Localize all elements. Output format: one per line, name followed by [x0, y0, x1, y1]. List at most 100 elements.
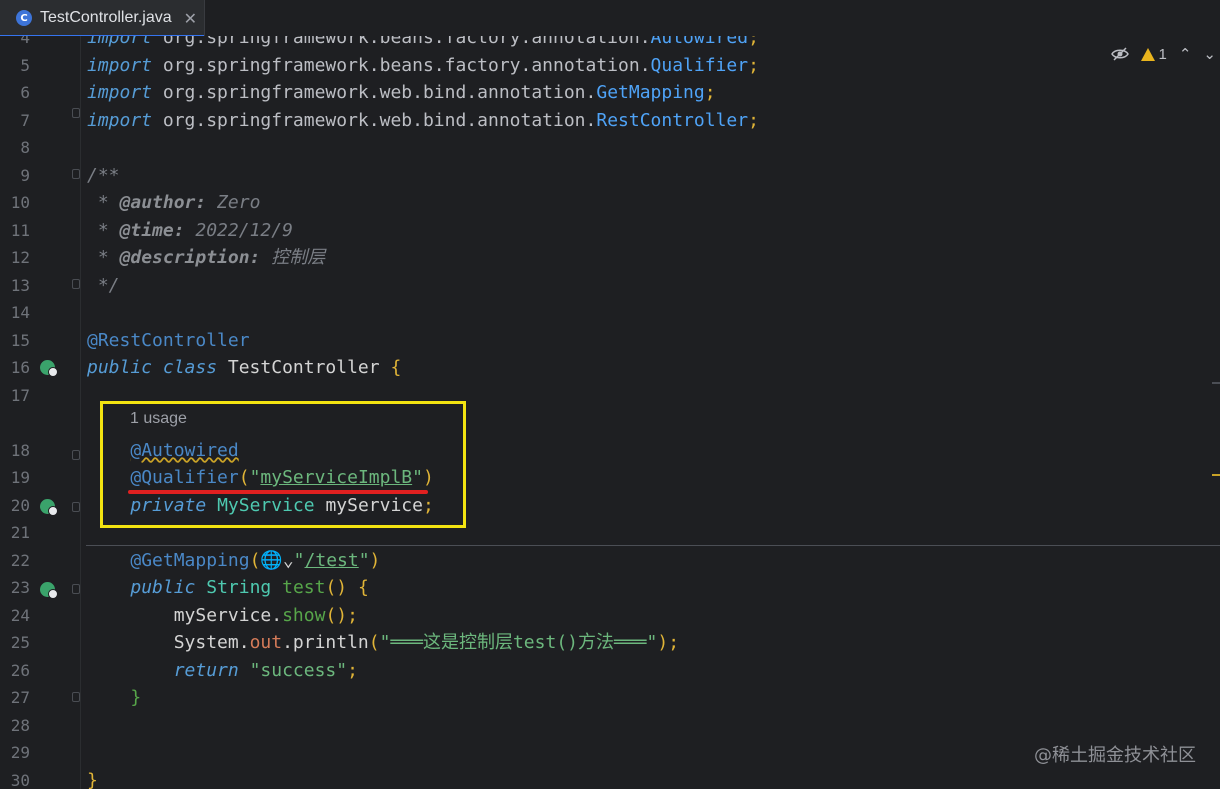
code-line[interactable]: 15 @RestController	[0, 327, 1220, 355]
code-line[interactable]: 27 }	[0, 684, 1220, 712]
warning-icon	[1140, 47, 1155, 61]
code-token: /test	[304, 549, 359, 571]
code-token: }	[87, 769, 98, 789]
line-number: 7	[20, 110, 30, 130]
code-token: "	[249, 467, 261, 488]
code-line[interactable]: 7 import org.springframework.web.bind.ann…	[0, 107, 1220, 135]
code-token: ()	[325, 604, 348, 626]
line-number: 17	[10, 385, 30, 405]
code-line[interactable]: 6 import org.springframework.web.bind.ann…	[0, 79, 1220, 107]
code-token: TestController	[217, 357, 391, 378]
code-token: )	[657, 632, 669, 653]
code-token: @author:	[119, 192, 207, 213]
code-line[interactable]: 14	[0, 299, 1220, 327]
code-line[interactable]: 28	[0, 712, 1220, 740]
code-line[interactable]: 21	[0, 519, 1220, 547]
code-line[interactable]: 23 public String test() {	[0, 574, 1220, 602]
code-editor[interactable]: 1 usage 4 import org.springframework.bean…	[0, 36, 1220, 789]
code-text: }	[87, 767, 98, 789]
code-line[interactable]: 25 System.out.println("═══这是控制层test()方法═…	[0, 629, 1220, 657]
code-token: public	[130, 577, 196, 598]
code-token: ;	[347, 659, 358, 681]
line-number: 5	[20, 55, 30, 75]
code-line[interactable]: 12 * @description: 控制层	[0, 244, 1220, 272]
code-line[interactable]: 10 * @author: Zero	[0, 189, 1220, 217]
code-token: ;	[748, 54, 759, 76]
code-text: /**	[87, 162, 120, 190]
code-text: myService.show();	[87, 602, 358, 630]
code-text: public class TestController {	[87, 354, 401, 382]
code-token: org.springframework.web.bind.annotation.	[152, 82, 597, 103]
eye-slash-icon[interactable]	[1110, 47, 1129, 61]
warning-counter[interactable]: 1	[1140, 46, 1167, 63]
code-token: (	[368, 632, 380, 653]
line-number: 19	[10, 468, 30, 487]
line-number: 30	[10, 770, 30, 789]
code-token: org.springframework.web.bind.annotation.	[152, 109, 597, 131]
code-token: () {	[325, 577, 369, 598]
code-token: ;	[704, 82, 716, 103]
code-token: @GetMapping	[130, 549, 250, 571]
tab-testcontroller[interactable]: C TestController.java ✕	[0, 0, 205, 37]
code-text: System.out.println("═══这是控制层test()方法═══"…	[87, 629, 679, 657]
usage-hint[interactable]: 1 usage	[130, 410, 187, 428]
line-number: 21	[10, 523, 30, 542]
code-token: org.springframework.beans.factory.annota…	[152, 54, 651, 76]
code-token: @Qualifier	[130, 467, 239, 488]
code-token: {	[390, 357, 402, 378]
code-line[interactable]: 8	[0, 134, 1220, 162]
code-token: @Autowired	[130, 439, 239, 461]
code-line[interactable]: 17	[0, 382, 1220, 410]
chevron-up-icon[interactable]: ⌃	[1179, 45, 1192, 63]
code-token: test	[282, 577, 326, 598]
line-number: 18	[10, 440, 30, 460]
code-line[interactable]: 4 import org.springframework.beans.factor…	[0, 36, 1220, 52]
code-text: public String test() {	[87, 574, 369, 602]
line-number: 26	[10, 660, 30, 680]
code-token: public class	[87, 357, 218, 378]
code-token: Autowired	[650, 36, 749, 48]
code-line[interactable]: 20 private MyService myService;	[0, 492, 1220, 520]
line-number: 28	[10, 715, 30, 735]
code-token: Qualifier	[650, 54, 749, 76]
code-line[interactable]: 9 /**	[0, 162, 1220, 190]
code-token: 控制层	[260, 247, 326, 268]
code-token: "	[358, 549, 370, 571]
code-text: @Qualifier("myServiceImplB")	[87, 464, 433, 492]
chevron-down-icon[interactable]: ⌄	[1203, 45, 1216, 63]
java-class-icon: C	[16, 10, 32, 26]
code-token: GetMapping	[596, 82, 705, 103]
line-number: 24	[10, 605, 30, 625]
code-token: System.	[87, 632, 250, 653]
code-token: import	[87, 36, 153, 48]
code-token: Zero	[206, 192, 261, 213]
code-line[interactable]: 24 myService.show();	[0, 602, 1220, 630]
code-line[interactable]: 11 * @time: 2022/12/9	[0, 217, 1220, 245]
code-token: )	[369, 549, 381, 571]
code-text: * @time: 2022/12/9	[87, 217, 293, 245]
code-token: @description:	[119, 247, 261, 268]
code-token: return	[173, 659, 239, 681]
line-number: 20	[10, 495, 30, 515]
code-line[interactable]: 5 import org.springframework.beans.factor…	[0, 52, 1220, 80]
code-line[interactable]: 16 public class TestController {	[0, 354, 1220, 382]
code-token: myService	[314, 494, 423, 516]
code-line[interactable]: 13 */	[0, 272, 1220, 300]
code-token: "	[412, 467, 423, 488]
code-line[interactable]: 18 @Autowired	[0, 437, 1220, 465]
code-line[interactable]: 30}	[0, 767, 1220, 789]
code-line[interactable]: 19 @Qualifier("myServiceImplB")	[0, 464, 1220, 492]
code-line[interactable]: 22 @GetMapping(🌐⌄"/test")	[0, 547, 1220, 575]
code-token: "success"	[249, 659, 348, 681]
code-line[interactable]: 26 return "success";	[0, 657, 1220, 685]
close-icon[interactable]: ✕	[184, 9, 197, 28]
code-text: @Autowired	[87, 437, 239, 465]
code-text: * @description: 控制层	[87, 244, 325, 272]
tab-label: TestController.java	[40, 9, 172, 26]
